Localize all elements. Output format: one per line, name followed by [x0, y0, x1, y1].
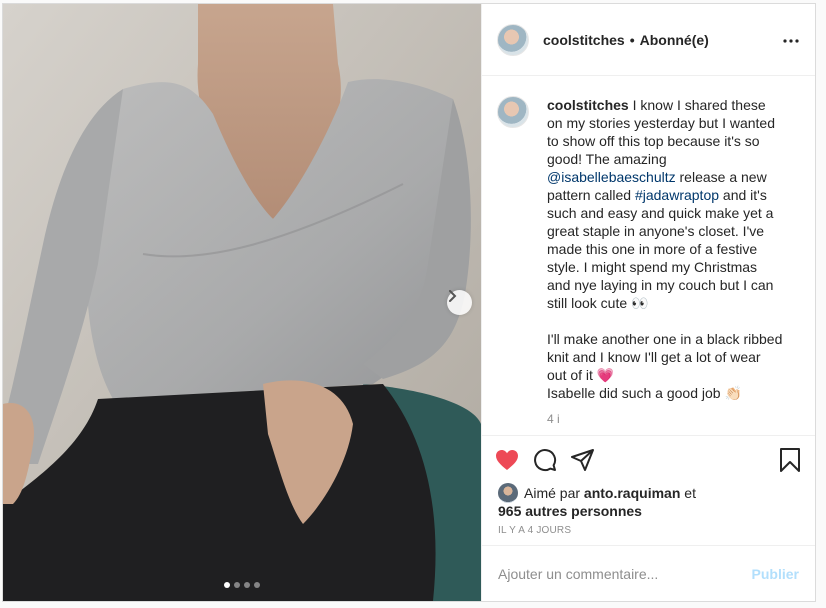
liker-avatar[interactable]: [498, 483, 518, 503]
post-photo[interactable]: [3, 4, 481, 601]
post-dialog: coolstitches • Abonné(e) coolstitches I …: [2, 3, 816, 602]
more-options-button[interactable]: [783, 30, 799, 48]
likes-count-link[interactable]: 965 autres personnes: [498, 502, 696, 520]
comment-button[interactable]: [533, 448, 557, 472]
caption-username[interactable]: coolstitches: [547, 97, 629, 113]
caption-hashtag-link[interactable]: #jadawraptop: [635, 187, 719, 203]
save-button[interactable]: [779, 448, 801, 477]
post-header: coolstitches • Abonné(e): [482, 4, 815, 76]
carousel-dot: [254, 582, 260, 588]
bookmark-icon: [780, 448, 800, 472]
author-avatar[interactable]: [497, 23, 529, 56]
comment-form: Publier: [482, 545, 815, 601]
author-username[interactable]: coolstitches: [543, 32, 625, 48]
caption-section: coolstitches I know I shared these on my…: [482, 76, 815, 436]
caption-mention-link[interactable]: @isabellebaeschultz: [547, 169, 676, 185]
caption-text: coolstitches I know I shared these on my…: [547, 96, 783, 402]
comment-input[interactable]: [498, 565, 752, 582]
post-date[interactable]: IL Y A 4 JOURS: [482, 520, 815, 536]
carousel-indicator: [224, 582, 260, 588]
caption-timestamp: 4 i: [547, 412, 560, 426]
likes-conjunction: et: [680, 485, 696, 501]
action-bar: [482, 436, 815, 484]
caption-avatar[interactable]: [497, 96, 529, 128]
likes-prefix: Aimé par: [524, 485, 584, 501]
publish-button[interactable]: Publier: [752, 566, 799, 582]
comment-bubble-icon: [534, 449, 557, 472]
liker-username[interactable]: anto.raquiman: [584, 485, 680, 501]
caption-part: I'll make another one in a black ribbed …: [547, 331, 783, 383]
caption-part: Isabelle did such a good job 👏🏻: [547, 385, 742, 401]
more-horizontal-icon: [783, 39, 799, 43]
paper-plane-icon: [571, 449, 594, 471]
like-button[interactable]: [495, 449, 519, 471]
likes-summary: Aimé par anto.raquiman et 965 autres per…: [482, 483, 815, 520]
chevron-right-icon: [449, 290, 457, 302]
photo-illustration: [3, 4, 481, 601]
share-button[interactable]: [571, 449, 595, 471]
carousel-dot: [234, 582, 240, 588]
carousel-dot: [224, 582, 230, 588]
next-image-button[interactable]: [447, 290, 472, 315]
post-side-panel: coolstitches • Abonné(e) coolstitches I …: [481, 4, 815, 601]
caption-part: and it's such and easy and quick make ye…: [547, 187, 774, 311]
header-separator: •: [629, 31, 635, 48]
heart-filled-icon: [496, 450, 518, 470]
carousel-dot: [244, 582, 250, 588]
follow-status[interactable]: Abonné(e): [640, 32, 709, 48]
